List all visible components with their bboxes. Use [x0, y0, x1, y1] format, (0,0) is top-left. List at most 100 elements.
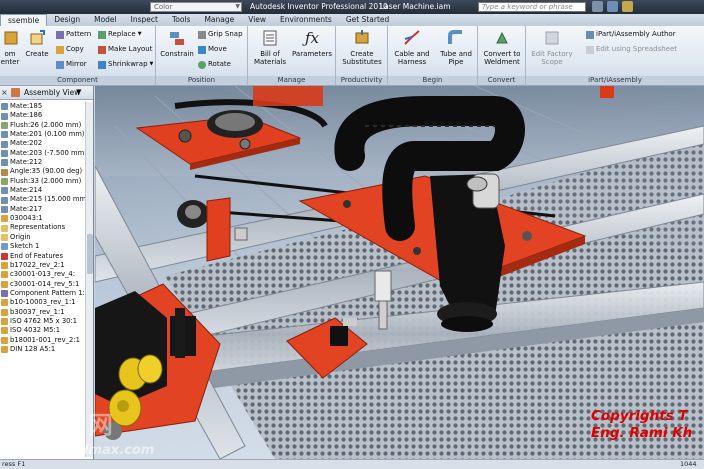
rotate-icon	[198, 60, 206, 69]
create-substitutes-label-2: Substitutes	[342, 58, 382, 66]
tube-pipe-icon	[446, 28, 466, 48]
mate-icon	[1, 196, 8, 204]
search-input[interactable]: Type a keyword or phrase	[478, 2, 586, 12]
angle-icon	[1, 168, 8, 176]
tree-node[interactable]: Representations	[0, 223, 85, 232]
tab-environments[interactable]: Environments	[273, 14, 339, 26]
part-icon	[1, 299, 8, 307]
binoculars-icon[interactable]	[592, 1, 603, 12]
browser-title[interactable]: Assembly View	[24, 88, 80, 97]
rotate-button[interactable]: Rotate	[198, 60, 231, 69]
grip-snap-button[interactable]: Grip Snap	[198, 30, 243, 39]
communication-center-icon[interactable]	[607, 1, 618, 12]
tree-node[interactable]: Origin	[0, 233, 85, 242]
pattern-icon	[56, 30, 64, 39]
make-layout-button[interactable]: Make Layout	[98, 45, 152, 54]
tree-node[interactable]: Mate:186	[0, 111, 85, 120]
spreadsheet-icon	[586, 45, 594, 54]
tab-design[interactable]: Design	[47, 14, 87, 26]
tree-node[interactable]: Mate:215 (15.000 mm)	[0, 195, 85, 204]
constrain-label: Constrain	[160, 50, 194, 58]
tube-and-pipe-button[interactable]: Tube and Pipe	[436, 28, 476, 66]
pattern-button[interactable]: Pattern	[56, 30, 91, 39]
tree-node[interactable]: ISO 4032 M5:1	[0, 326, 85, 335]
tree-node[interactable]: Sketch 1	[0, 242, 85, 251]
create-button[interactable]: Create	[24, 28, 50, 58]
tree-node[interactable]: Mate:214	[0, 186, 85, 195]
close-icon[interactable]: ×	[1, 88, 8, 97]
rotate-label: Rotate	[208, 60, 231, 68]
shrinkwrap-button[interactable]: Shrinkwrap ▼	[98, 60, 153, 69]
edit-factory-scope-button[interactable]: Edit Factory Scope	[528, 28, 576, 66]
edit-spreadsheet-button[interactable]: Edit using Spreadsheet	[586, 45, 677, 54]
tab-inspect[interactable]: Inspect	[124, 14, 165, 26]
tree-node[interactable]: Component Pattern 1:1	[0, 289, 85, 298]
tree-node[interactable]: Angle:35 (90.00 deg)	[0, 167, 85, 176]
copyright-overlay: Copyrights T Eng. Rami Kh	[591, 408, 692, 442]
create-substitutes-button[interactable]: Create Substitutes	[340, 28, 384, 66]
cable-and-harness-button[interactable]: Cable and Harness	[390, 28, 434, 66]
favorites-star-icon[interactable]	[622, 1, 633, 12]
tree-node[interactable]: Mate:212	[0, 158, 85, 167]
tree-node-label: ISO 4762 M5 x 30:1	[10, 316, 78, 325]
flush-icon	[1, 121, 8, 129]
convert-to-weldment-button[interactable]: Convert to Weldment	[480, 28, 524, 66]
tab-assemble[interactable]: ssemble	[0, 14, 48, 26]
tree-node[interactable]: b10-10003_rev_1:1	[0, 298, 85, 307]
mate-icon	[1, 131, 8, 139]
tree-node[interactable]: Flush:26 (2.000 mm)	[0, 121, 85, 130]
graphics-viewport[interactable]: Copyrights T Eng. Rami Kh	[95, 86, 704, 459]
flush-icon	[1, 177, 8, 185]
component-group-label: Component	[0, 76, 155, 85]
tab-model[interactable]: Model	[87, 14, 124, 26]
weldment-icon	[492, 28, 512, 48]
tree-node[interactable]: 030043:1	[0, 214, 85, 223]
tree-node[interactable]: b30037_rev_1:1	[0, 308, 85, 317]
tree-node[interactable]: Mate:185	[0, 102, 85, 111]
tree-node-label: Mate:212	[10, 158, 43, 167]
tree-node[interactable]: Flush:33 (2.000 mm)	[0, 177, 85, 186]
tree-node[interactable]: Mate:203 (-7.500 mm)	[0, 149, 85, 158]
tree-node[interactable]: ISO 4762 M5 x 30:1	[0, 317, 85, 326]
ipart-author-button[interactable]: iPart/iAssembly Author	[586, 30, 676, 39]
replace-button[interactable]: Replace ▼	[98, 30, 142, 39]
component-group: om enter Create Pattern Copy Mirror Repl…	[0, 26, 156, 86]
tab-get-started[interactable]: Get Started	[339, 14, 396, 26]
filter-icon[interactable]	[11, 88, 20, 97]
mirror-button[interactable]: Mirror	[56, 60, 87, 69]
shrinkwrap-label: Shrinkwrap	[108, 60, 148, 68]
chevron-down-icon[interactable]: ▼	[76, 88, 81, 96]
place-button[interactable]: om enter	[0, 28, 20, 66]
tree-node[interactable]: End of Features	[0, 252, 85, 261]
tree-node[interactable]: DIN 128 A5:1	[0, 345, 85, 354]
place-label-2: enter	[0, 58, 20, 66]
tab-tools[interactable]: Tools	[165, 14, 197, 26]
parameters-button[interactable]: ƒx Parameters	[292, 28, 332, 59]
ipart-group-label: iPart/iAssembly	[526, 76, 704, 85]
scrollbar-thumb[interactable]	[87, 234, 93, 274]
color-combo[interactable]: Color ▼	[150, 2, 242, 12]
productivity-group-label: Productivity	[336, 76, 387, 85]
tree-node[interactable]: c30001-014_rev_5:1	[0, 280, 85, 289]
cable-harness-icon	[402, 28, 422, 48]
copy-button[interactable]: Copy	[56, 45, 84, 54]
move-button[interactable]: Move	[198, 45, 227, 54]
part-icon	[1, 346, 8, 354]
tree-node[interactable]: c30001-013_rev_4:	[0, 270, 85, 279]
constrain-button[interactable]: Constrain	[160, 28, 194, 58]
begin-group-label: Begin	[388, 76, 477, 85]
tube-label-2: Pipe	[448, 58, 464, 66]
title-toolbar-icons	[592, 1, 633, 12]
tree-node[interactable]: Mate:217	[0, 205, 85, 214]
tree-node[interactable]: b17022_rev_2:1	[0, 261, 85, 270]
tree-node[interactable]: Mate:201 (0.100 mm)	[0, 130, 85, 139]
bill-of-materials-button[interactable]: Bill of Materials	[252, 28, 288, 66]
tree-node-label: Representations	[10, 223, 66, 232]
tab-view[interactable]: View	[241, 14, 273, 26]
tab-manage[interactable]: Manage	[197, 14, 241, 26]
tree-node[interactable]: b18001-001_rev_2:1	[0, 336, 85, 345]
status-count: 1044	[680, 460, 697, 468]
mate-icon	[1, 140, 8, 148]
browser-scrollbar[interactable]	[85, 102, 93, 457]
tree-node[interactable]: Mate:202	[0, 139, 85, 148]
